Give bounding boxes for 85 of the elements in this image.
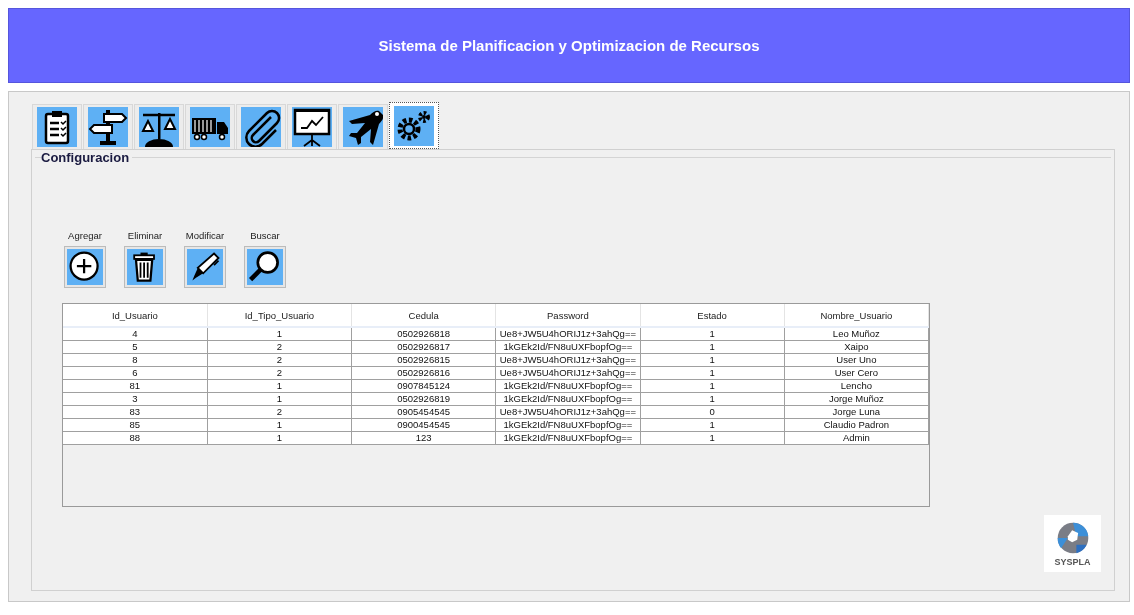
action-label: Modificar (185, 230, 225, 241)
table-cell: 2 (207, 353, 352, 367)
truck-icon (190, 107, 230, 147)
action-label: Eliminar (127, 230, 163, 241)
table-cell: 1 (640, 379, 785, 393)
table-cell: 1 (207, 431, 352, 445)
table-cell: Admin (784, 431, 929, 445)
table-cell: Ue8+JW5U4hORIJ1z+3ahQg== (495, 366, 640, 380)
search-icon (247, 249, 283, 285)
table-cell: 1 (640, 327, 785, 341)
table-cell: 1 (640, 392, 785, 406)
table-cell: Leo Muñoz (784, 327, 929, 341)
column-header[interactable]: Id_Tipo_Usuario (207, 304, 352, 327)
table-cell: Lencho (784, 379, 929, 393)
chart-board-icon (292, 107, 332, 147)
window-title: Sistema de Planificacion y Optimizacion de Recursos (378, 37, 760, 54)
action-button[interactable] (244, 246, 286, 288)
column-header[interactable]: Password (495, 304, 640, 327)
table-cell: User Cero (784, 366, 929, 380)
table-cell: 123 (351, 431, 496, 445)
table-cell: 83 (63, 405, 208, 419)
table-cell: 0900454545 (351, 418, 496, 432)
table-cell: 85 (63, 418, 208, 432)
table-cell: 6 (63, 366, 208, 380)
logo-text: SYSPLA (1054, 556, 1091, 567)
action-label: Buscar (250, 230, 280, 241)
table-cell: 1kGEk2Id/FN8uUXFbopfOg== (495, 379, 640, 393)
table-cell: 0502926819 (351, 392, 496, 406)
gears-icon (394, 105, 434, 146)
action-button[interactable] (64, 246, 106, 288)
table-cell: 2 (207, 340, 352, 354)
table-cell: 5 (63, 340, 208, 354)
clipboard-icon (37, 107, 77, 147)
column-header[interactable]: Estado (640, 304, 785, 327)
table-cell: 2 (207, 366, 352, 380)
table-cell: 1 (207, 392, 352, 406)
table-cell: 1 (207, 327, 352, 341)
table-cell: 4 (63, 327, 208, 341)
table-cell: User Uno (784, 353, 929, 367)
table-cell: 0905454545 (351, 405, 496, 419)
table-cell: 1 (640, 431, 785, 445)
action-button[interactable] (124, 246, 166, 288)
table-cell: 1 (640, 353, 785, 367)
airplane-icon (343, 107, 383, 147)
column-header[interactable]: Nombre_Usuario (784, 304, 929, 327)
plus-icon (67, 249, 103, 285)
table-cell: 1 (640, 366, 785, 380)
column-header[interactable]: Cedula (351, 304, 496, 327)
table-cell: 1 (207, 379, 352, 393)
pen-icon (187, 249, 223, 285)
column-header[interactable]: Id_Usuario (63, 304, 208, 327)
table-cell: 0502926817 (351, 340, 496, 354)
table-cell: Claudio Padron (784, 418, 929, 432)
table-cell: 1 (207, 418, 352, 432)
tab[interactable] (389, 102, 439, 149)
table-cell: 1kGEk2Id/FN8uUXFbopfOg== (495, 392, 640, 406)
table-cell: Jorge Luna (784, 405, 929, 419)
signpost-icon (88, 107, 128, 147)
scale-icon (139, 107, 179, 147)
table-cell: Ue8+JW5U4hORIJ1z+3ahQg== (495, 327, 640, 341)
table-cell: 0502926815 (351, 353, 496, 367)
table-cell: 0907845124 (351, 379, 496, 393)
action-label: Agregar (68, 230, 102, 241)
table-cell: 0 (640, 405, 785, 419)
table-cell: 8 (63, 353, 208, 367)
table-cell: 3 (63, 392, 208, 406)
aperture-icon (1055, 520, 1090, 555)
table-cell: 1kGEk2Id/FN8uUXFbopfOg== (495, 340, 640, 354)
table-cell: 0502926816 (351, 366, 496, 380)
table-cell: 2 (207, 405, 352, 419)
table-cell: 0502926818 (351, 327, 496, 341)
table-cell: Ue8+JW5U4hORIJ1z+3ahQg== (495, 353, 640, 367)
group-title: Configuracion (41, 150, 133, 165)
table-cell: 1 (640, 340, 785, 354)
paperclip-icon (241, 107, 281, 147)
table-cell: Jorge Muñoz (784, 392, 929, 406)
table-cell: 88 (63, 431, 208, 445)
table-cell: 81 (63, 379, 208, 393)
action-button[interactable] (184, 246, 226, 288)
table-cell: Xaipo (784, 340, 929, 354)
table-cell: 1kGEk2Id/FN8uUXFbopfOg== (495, 418, 640, 432)
table-cell: Ue8+JW5U4hORIJ1z+3ahQg== (495, 405, 640, 419)
table-cell: 1 (640, 418, 785, 432)
trash-icon (127, 249, 163, 285)
table-cell: 1kGEk2Id/FN8uUXFbopfOg== (495, 431, 640, 445)
